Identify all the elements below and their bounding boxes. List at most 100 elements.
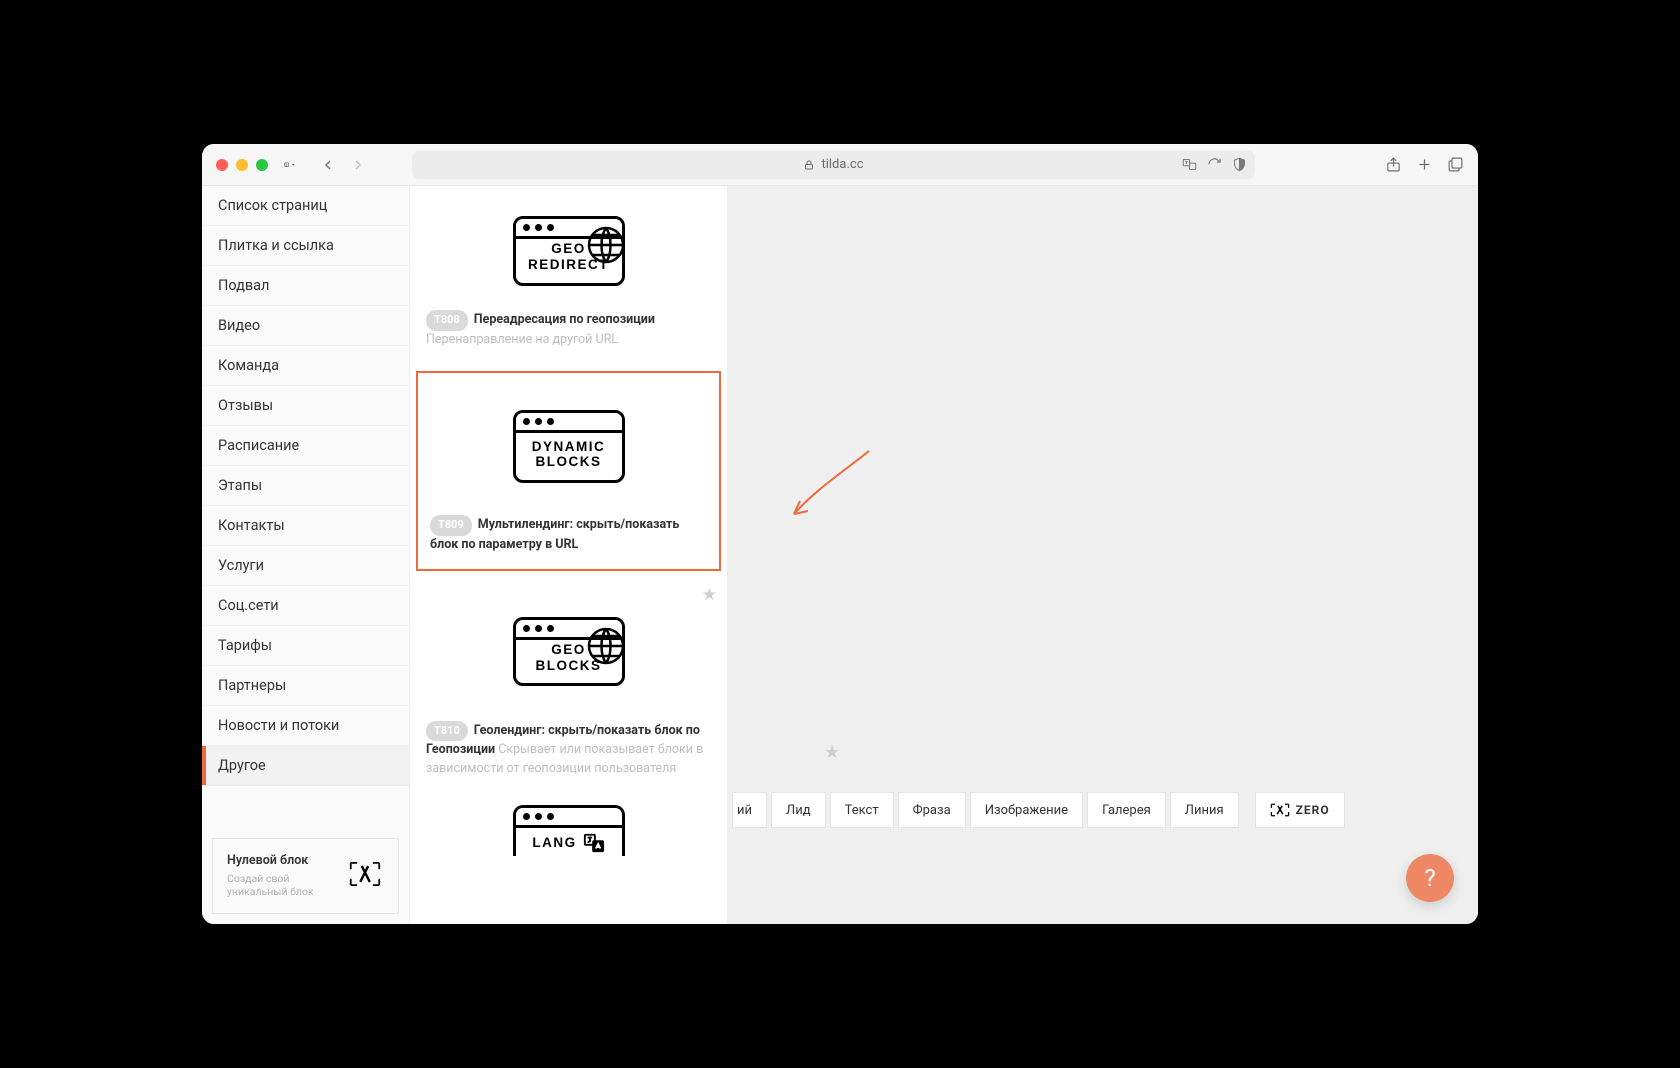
quick-add-button[interactable]: Фраза: [898, 792, 966, 828]
sidebar-item-label: Отзывы: [218, 397, 273, 414]
quick-add-button[interactable]: Линия: [1170, 792, 1239, 828]
sidebar-item[interactable]: Плитка и ссылка: [202, 226, 409, 266]
titlebar-right: [1385, 156, 1464, 173]
button-label: Текст: [845, 803, 879, 818]
quick-add-button[interactable]: Галерея: [1087, 792, 1166, 828]
nav-buttons: [314, 152, 372, 178]
block-card-lang[interactable]: LANG: [410, 795, 727, 875]
tabs-icon[interactable]: [1447, 156, 1464, 173]
zero-block-title: Нулевой блок: [227, 853, 338, 868]
sidebar-item[interactable]: Тарифы: [202, 626, 409, 666]
block-card-t810[interactable]: ★ GEOBLOCKS T810Геолендинг: скрыть/показ…: [410, 577, 727, 795]
block-preview: GEOBLOCKS: [426, 587, 711, 717]
globe-icon: [586, 626, 625, 666]
sidebar-item-label: Список страниц: [218, 197, 327, 214]
block-card-t808[interactable]: GEOREDIRECT T808 Переадресация по геопози…: [410, 186, 727, 365]
sidebar-item-label: Услуги: [218, 557, 264, 574]
favorite-star-icon[interactable]: ★: [824, 742, 840, 763]
url-text: tilda.cc: [821, 157, 863, 172]
reload-icon[interactable]: [1207, 157, 1222, 172]
sidebar-item[interactable]: Расписание: [202, 426, 409, 466]
translate-icon[interactable]: [1182, 157, 1197, 172]
button-label: Линия: [1185, 803, 1224, 818]
new-tab-icon[interactable]: [1416, 156, 1433, 173]
block-code-pill: T809: [430, 515, 472, 536]
button-label: ий: [737, 803, 752, 818]
sidebar-item[interactable]: Контакты: [202, 506, 409, 546]
globe-icon: [586, 225, 625, 265]
quick-add-button[interactable]: Текст: [830, 792, 894, 828]
sidebar-item[interactable]: Команда: [202, 346, 409, 386]
address-bar[interactable]: tilda.cc: [412, 151, 1255, 179]
block-code-pill: T810: [426, 721, 468, 742]
sidebar-item[interactable]: Этапы: [202, 466, 409, 506]
zero-icon: [1270, 802, 1290, 818]
button-label: ZERO: [1296, 803, 1330, 817]
block-preview: GEOREDIRECT: [426, 196, 711, 306]
help-button[interactable]: ?: [1406, 854, 1454, 902]
share-icon[interactable]: [1385, 156, 1402, 173]
sidebar-item-label: Плитка и ссылка: [218, 237, 334, 254]
sidebar-item[interactable]: Список страниц: [202, 186, 409, 226]
browser-window-icon: GEOBLOCKS: [513, 617, 625, 686]
button-label: Изображение: [985, 803, 1068, 818]
sidebar-item[interactable]: Партнеры: [202, 666, 409, 706]
minimize-window-button[interactable]: [236, 159, 248, 171]
sidebar-item[interactable]: Подвал: [202, 266, 409, 306]
sidebar-item-label: Расписание: [218, 437, 299, 454]
category-list: Список страниц Плитка и ссылка Подвал Ви…: [202, 186, 409, 828]
browser-window: tilda.cc Список страниц Плитка и ссылка …: [202, 144, 1478, 924]
maximize-window-button[interactable]: [256, 159, 268, 171]
zero-block-card[interactable]: Нулевой блок Создай свой уникальный блок: [212, 838, 399, 914]
block-preview: DYNAMICBLOCKS: [430, 381, 707, 511]
sidebar-item-label: Контакты: [218, 517, 285, 534]
browser-window-icon: DYNAMICBLOCKS: [513, 410, 625, 483]
quick-add-button[interactable]: Лид: [771, 792, 826, 828]
category-sidebar: Список страниц Плитка и ссылка Подвал Ви…: [202, 186, 410, 924]
lock-icon: [803, 159, 815, 171]
sidebar-item-other[interactable]: Другое: [202, 746, 409, 786]
browser-window-icon: GEOREDIRECT: [513, 216, 625, 285]
sidebar-item-label: Команда: [218, 357, 279, 374]
quick-add-bar: ий Лид Текст Фраза Изображение Галерея Л…: [728, 792, 1478, 828]
sidebar-item-label: Видео: [218, 317, 260, 334]
quick-add-button[interactable]: Изображение: [970, 792, 1083, 828]
sidebar-item[interactable]: Видео: [202, 306, 409, 346]
zero-block-sub: Создай свой уникальный блок: [227, 872, 317, 899]
block-title: Переадресация по геопозиции: [474, 312, 655, 327]
forward-button[interactable]: [344, 152, 372, 178]
addr-actions: [1182, 157, 1247, 172]
block-card-t809[interactable]: DYNAMICBLOCKS T809Мультилендинг: скрыть/…: [416, 371, 721, 570]
block-library: GEOREDIRECT T808 Переадресация по геопози…: [410, 186, 728, 924]
sidebar-item-label: Подвал: [218, 277, 269, 294]
sidebar-item-label: Другое: [218, 757, 266, 774]
sidebar-item-label: Новости и потоки: [218, 717, 339, 734]
button-label: Лид: [786, 803, 811, 818]
sidebar-item-label: Соц.сети: [218, 597, 279, 614]
back-button[interactable]: [314, 152, 342, 178]
window-controls: [216, 159, 268, 171]
sidebar-item[interactable]: Новости и потоки: [202, 706, 409, 746]
sidebar-item-label: Тарифы: [218, 637, 272, 654]
quick-add-zero-button[interactable]: ZERO: [1255, 792, 1345, 828]
page-preview: ★ ий Лид Текст Фраза Изображение Галерея…: [728, 186, 1478, 924]
block-preview: LANG: [426, 805, 711, 875]
shield-icon[interactable]: [1232, 157, 1247, 172]
sidebar-item[interactable]: Соц.сети: [202, 586, 409, 626]
block-code-pill: T808: [426, 310, 468, 331]
button-label: Галерея: [1102, 803, 1151, 818]
sidebar-item[interactable]: Отзывы: [202, 386, 409, 426]
browser-window-icon: LANG: [513, 805, 625, 856]
app-content: Список страниц Плитка и ссылка Подвал Ви…: [202, 186, 1478, 924]
zero-block-text: Нулевой блок Создай свой уникальный блок: [227, 853, 338, 899]
translate-icon: [583, 832, 605, 854]
lang-label: LANG: [532, 835, 576, 851]
close-window-button[interactable]: [216, 159, 228, 171]
quick-add-button[interactable]: ий: [732, 792, 767, 828]
block-desc: Перенаправление на другой URL: [426, 332, 618, 347]
favorite-star-icon[interactable]: ★: [702, 585, 717, 605]
browser-titlebar: tilda.cc: [202, 144, 1478, 186]
sidebar-item[interactable]: Услуги: [202, 546, 409, 586]
sidebar-item-label: Этапы: [218, 477, 262, 494]
sidebar-toggle-button[interactable]: [284, 160, 296, 170]
